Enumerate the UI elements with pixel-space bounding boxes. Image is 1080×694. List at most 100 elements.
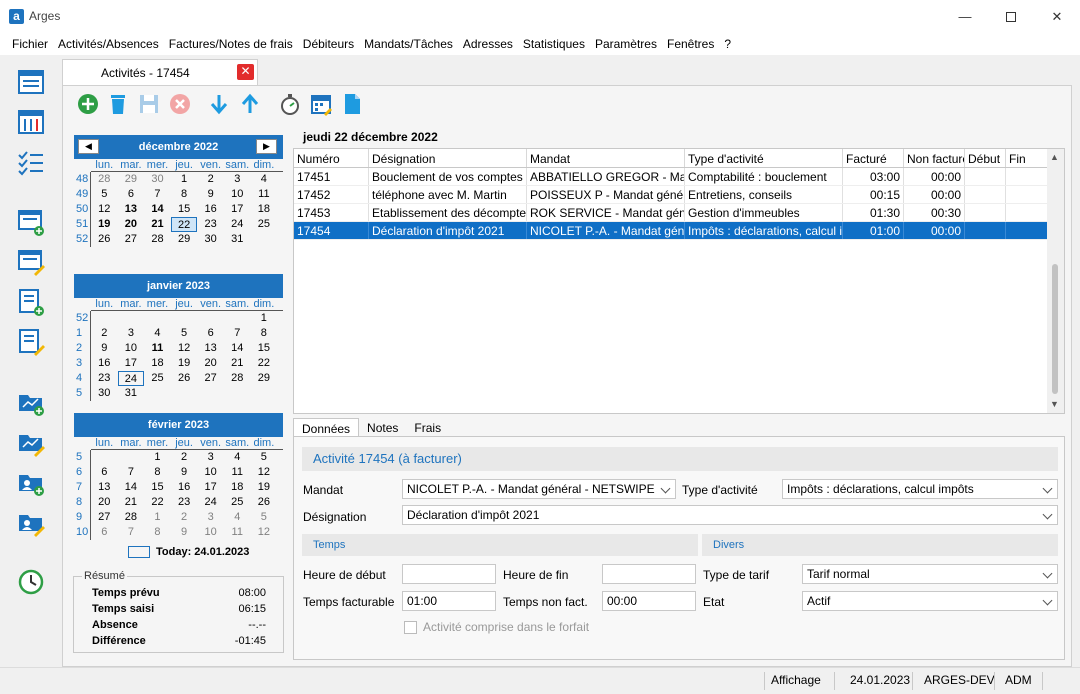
status-affichage[interactable]: Affichage [771, 673, 821, 687]
calendar-day[interactable]: 17 [118, 356, 145, 371]
calendar-day[interactable]: 4 [224, 510, 251, 525]
heure-fin-input[interactable] [602, 564, 696, 584]
calendar-day[interactable]: 9 [171, 465, 198, 480]
menu-debiteurs[interactable]: Débiteurs [298, 33, 359, 55]
add-button[interactable] [76, 92, 100, 116]
calendar-day[interactable]: 2 [197, 172, 224, 187]
menu-parametres[interactable]: Paramètres [590, 33, 662, 55]
menu-factures[interactable]: Factures/Notes de frais [164, 33, 298, 55]
tab-activites[interactable]: Activités - 17454 ✕ [62, 59, 258, 86]
move-up-button[interactable] [238, 92, 262, 116]
calendar-day[interactable]: 28 [144, 232, 171, 247]
calendar-day[interactable]: 3 [197, 450, 224, 465]
calendar-day[interactable]: 18 [251, 202, 278, 217]
calendar-day[interactable]: 29 [251, 371, 278, 386]
calendar-day[interactable]: 4 [224, 450, 251, 465]
calendar-day[interactable]: 14 [224, 341, 251, 356]
calendar-day[interactable]: 17 [197, 480, 224, 495]
calendar-day[interactable]: 19 [91, 217, 118, 232]
maximize-button[interactable] [988, 0, 1034, 33]
calendar-day[interactable]: 18 [224, 480, 251, 495]
calendar-day[interactable]: 9 [197, 187, 224, 202]
calendar-day[interactable]: 21 [118, 495, 145, 510]
calendar-day[interactable]: 27 [91, 510, 118, 525]
calendar-day[interactable] [224, 311, 251, 326]
calendar-day[interactable]: 12 [171, 341, 198, 356]
calendar-day[interactable]: 13 [197, 341, 224, 356]
column-header-fin[interactable]: Fin [1006, 149, 1049, 167]
calendar-day[interactable]: 23 [91, 371, 118, 386]
type-tarif-select[interactable]: Tarif normal [802, 564, 1058, 584]
calendar-day[interactable]: 2 [171, 510, 198, 525]
table-row[interactable]: 17453 Etablissement des décomptes ROK SE… [294, 204, 1049, 222]
calendar-day[interactable]: 7 [118, 525, 145, 540]
close-window-button[interactable]: ✕ [1034, 0, 1080, 33]
calendar-day[interactable]: 20 [91, 495, 118, 510]
calendar-day[interactable]: 6 [197, 326, 224, 341]
checkbox-box[interactable] [404, 620, 417, 634]
calendar-day[interactable] [251, 232, 278, 247]
calendar-button[interactable] [309, 92, 333, 116]
calendar-day[interactable]: 11 [144, 341, 171, 356]
calendar-day[interactable]: 5 [251, 450, 278, 465]
calendar-day[interactable]: 1 [144, 510, 171, 525]
copy-button[interactable] [340, 92, 364, 116]
columns-view-button[interactable] [16, 107, 46, 137]
calendar-day[interactable] [91, 311, 118, 326]
calendar-day[interactable]: 1 [144, 450, 171, 465]
temps-non-fact-input[interactable]: 00:00 [602, 591, 696, 611]
calendar-day[interactable]: 5 [251, 510, 278, 525]
type-activite-select[interactable]: Impôts : déclarations, calcul impôts [782, 479, 1058, 499]
calendar-day[interactable]: 3 [224, 172, 251, 187]
calendar-day[interactable]: 21 [144, 217, 171, 232]
timer-button[interactable] [278, 92, 302, 116]
calendar-day[interactable]: 6 [91, 525, 118, 540]
tab-notes[interactable]: Notes [359, 418, 406, 437]
calendar-day[interactable]: 11 [251, 187, 278, 202]
calendar-day[interactable]: 11 [224, 525, 251, 540]
calendar-day[interactable]: 31 [224, 232, 251, 247]
calendar-day[interactable]: 27 [197, 371, 224, 386]
calendar-day[interactable]: 30 [91, 386, 118, 401]
new-stats-button[interactable] [16, 387, 46, 417]
calendar-day[interactable]: 24 [197, 495, 224, 510]
calendar-day[interactable]: 10 [118, 341, 145, 356]
calendar-day[interactable]: 14 [118, 480, 145, 495]
calendar-day[interactable] [251, 386, 278, 401]
calendar-day[interactable]: 16 [91, 356, 118, 371]
menu-mandats[interactable]: Mandats/Tâches [359, 33, 458, 55]
calendar-day[interactable]: 26 [171, 371, 198, 386]
calendar-day[interactable]: 10 [224, 187, 251, 202]
calendar-day[interactable]: 14 [144, 202, 171, 217]
calendar-day[interactable]: 25 [144, 371, 171, 386]
new-address-button[interactable] [16, 467, 46, 497]
edit-address-button[interactable] [16, 507, 46, 537]
temps-facturable-input[interactable]: 01:00 [402, 591, 496, 611]
calendar-day[interactable]: 7 [224, 326, 251, 341]
calendar-day[interactable]: 6 [91, 465, 118, 480]
delete-button[interactable] [106, 92, 130, 116]
calendar-day[interactable] [171, 386, 198, 401]
calendar-day[interactable] [197, 386, 224, 401]
calendar-day[interactable]: 15 [144, 480, 171, 495]
calendar-day[interactable]: 20 [197, 356, 224, 371]
table-row[interactable]: 17451 Bouclement de vos comptes 2022 ABB… [294, 168, 1049, 186]
heure-debut-input[interactable] [402, 564, 496, 584]
calendar-day[interactable]: 7 [118, 465, 145, 480]
calendar-day[interactable] [197, 311, 224, 326]
calendar-day[interactable]: 2 [171, 450, 198, 465]
calendar-day[interactable]: 20 [118, 217, 145, 232]
calendar-day[interactable]: 30 [197, 232, 224, 247]
calendar-day[interactable]: 26 [251, 495, 278, 510]
calendar-day[interactable]: 19 [251, 480, 278, 495]
calendar-day[interactable]: 28 [224, 371, 251, 386]
calendar-day[interactable]: 4 [251, 172, 278, 187]
tab-close-button[interactable]: ✕ [237, 64, 254, 80]
calendar-day[interactable]: 12 [251, 525, 278, 540]
calendar-day[interactable] [91, 450, 118, 465]
menu-fenetres[interactable]: Fenêtres [662, 33, 719, 55]
calendar-day[interactable]: 17 [224, 202, 251, 217]
calendar-day[interactable]: 29 [118, 172, 145, 187]
calendar-day[interactable]: 27 [118, 232, 145, 247]
calendar-day[interactable]: 25 [224, 495, 251, 510]
